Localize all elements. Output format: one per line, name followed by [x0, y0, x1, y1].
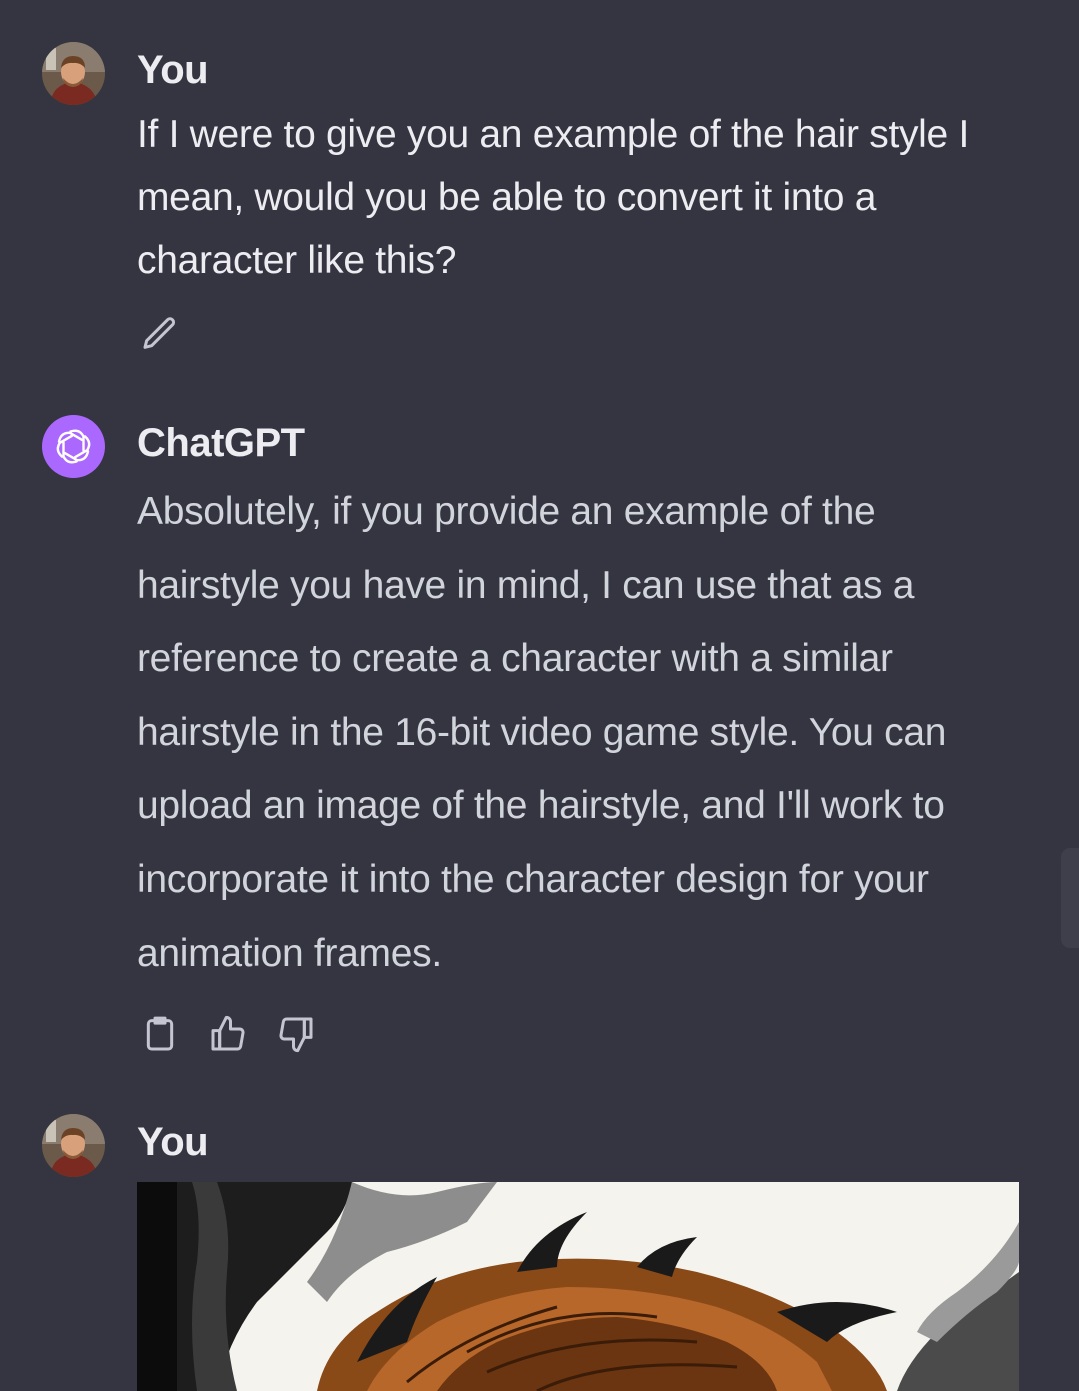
pencil-icon — [143, 317, 176, 349]
openai-logo-icon — [56, 429, 91, 464]
user-avatar — [42, 1114, 105, 1177]
user-avatar — [42, 42, 105, 105]
user-message-1: You If I were to give you an example of … — [0, 0, 1079, 380]
scrollbar-thumb[interactable] — [1061, 848, 1079, 948]
copy-button[interactable] — [138, 1012, 182, 1056]
thumbs-up-icon — [211, 1015, 245, 1051]
message-author: You — [137, 1120, 209, 1164]
edit-button[interactable] — [138, 312, 182, 356]
thumbs-down-icon — [279, 1017, 313, 1053]
thumbs-up-button[interactable] — [206, 1012, 250, 1056]
thumbs-down-button[interactable] — [274, 1012, 318, 1056]
chatgpt-avatar — [42, 415, 105, 478]
message-author: You — [137, 48, 209, 92]
assistant-message: ChatGPT Absolutely, if you provide an ex… — [0, 400, 1079, 1080]
message-author: ChatGPT — [137, 421, 305, 465]
message-text: Absolutely, if you provide an example of… — [137, 490, 947, 975]
message-text: If I were to give you an example of the … — [137, 113, 970, 282]
uploaded-image[interactable] — [137, 1182, 1019, 1391]
clipboard-icon — [146, 1016, 174, 1051]
